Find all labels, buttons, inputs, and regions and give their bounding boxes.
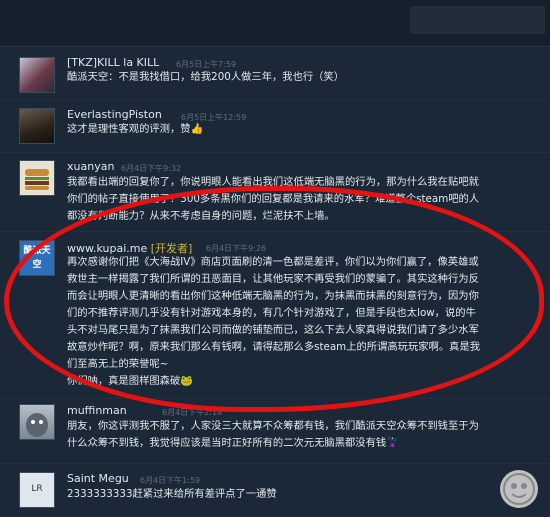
comment-author[interactable]: EverlastingPiston <box>67 108 162 121</box>
avatar[interactable] <box>19 57 55 93</box>
avatar-label: 酷派天空 <box>23 246 51 270</box>
divider <box>0 100 550 101</box>
comment-input-box[interactable] <box>410 6 545 34</box>
divider <box>0 231 550 232</box>
developer-avatar[interactable]: 酷派天空 <box>19 240 55 276</box>
divider <box>0 152 550 153</box>
avatar[interactable] <box>19 404 55 440</box>
watermark-logo-icon <box>500 470 538 508</box>
comment-text: 朋友，你这评测我不服了，人家没三大就算不众筹都有钱，我们酷派天空众筹不到钱至于为… <box>67 420 479 449</box>
divider <box>0 463 550 464</box>
comment-text: 酷派天空：不是我找借口，给我200人做三年，我也行（笑） <box>67 71 345 83</box>
comment-author[interactable]: muffinman <box>67 404 127 417</box>
comment-author[interactable]: [TKZ]KILL la KILL <box>67 56 159 69</box>
previous-comment-area <box>0 0 550 47</box>
comment-author[interactable]: Saint Megu <box>67 472 129 485</box>
comment-date: 6月4日下午9:26 <box>206 244 267 253</box>
comment-author[interactable]: xuanyan <box>67 160 114 173</box>
comment-text: 我都看出端的回复你了，你说明眼人能看出我们这低端无脑黑的行为，那为什么我在贴吧就… <box>67 176 480 222</box>
comment-text: 2333333333赶紧过来给所有差评点了一通赞 <box>67 488 277 500</box>
divider <box>0 398 550 399</box>
comment-text: 再次感谢你们把《大海战IV》商店页面刷的清一色都是差评，你们以为你们赢了，像英雄… <box>67 256 481 387</box>
avatar[interactable] <box>19 108 55 144</box>
burger-icon <box>25 169 49 190</box>
character-icon <box>26 413 48 437</box>
comment-date: 6月4日下午1:59 <box>140 476 201 485</box>
avatar[interactable]: LR <box>19 472 55 508</box>
avatar[interactable] <box>19 160 55 196</box>
comment-date: 6月4日下午2:18 <box>162 408 223 417</box>
comment-text: 这才是理性客观的评测，赞👍 <box>67 123 204 135</box>
avatar-glyph: LR <box>31 484 43 494</box>
comment-date: 6月4日下午9:32 <box>121 164 182 173</box>
